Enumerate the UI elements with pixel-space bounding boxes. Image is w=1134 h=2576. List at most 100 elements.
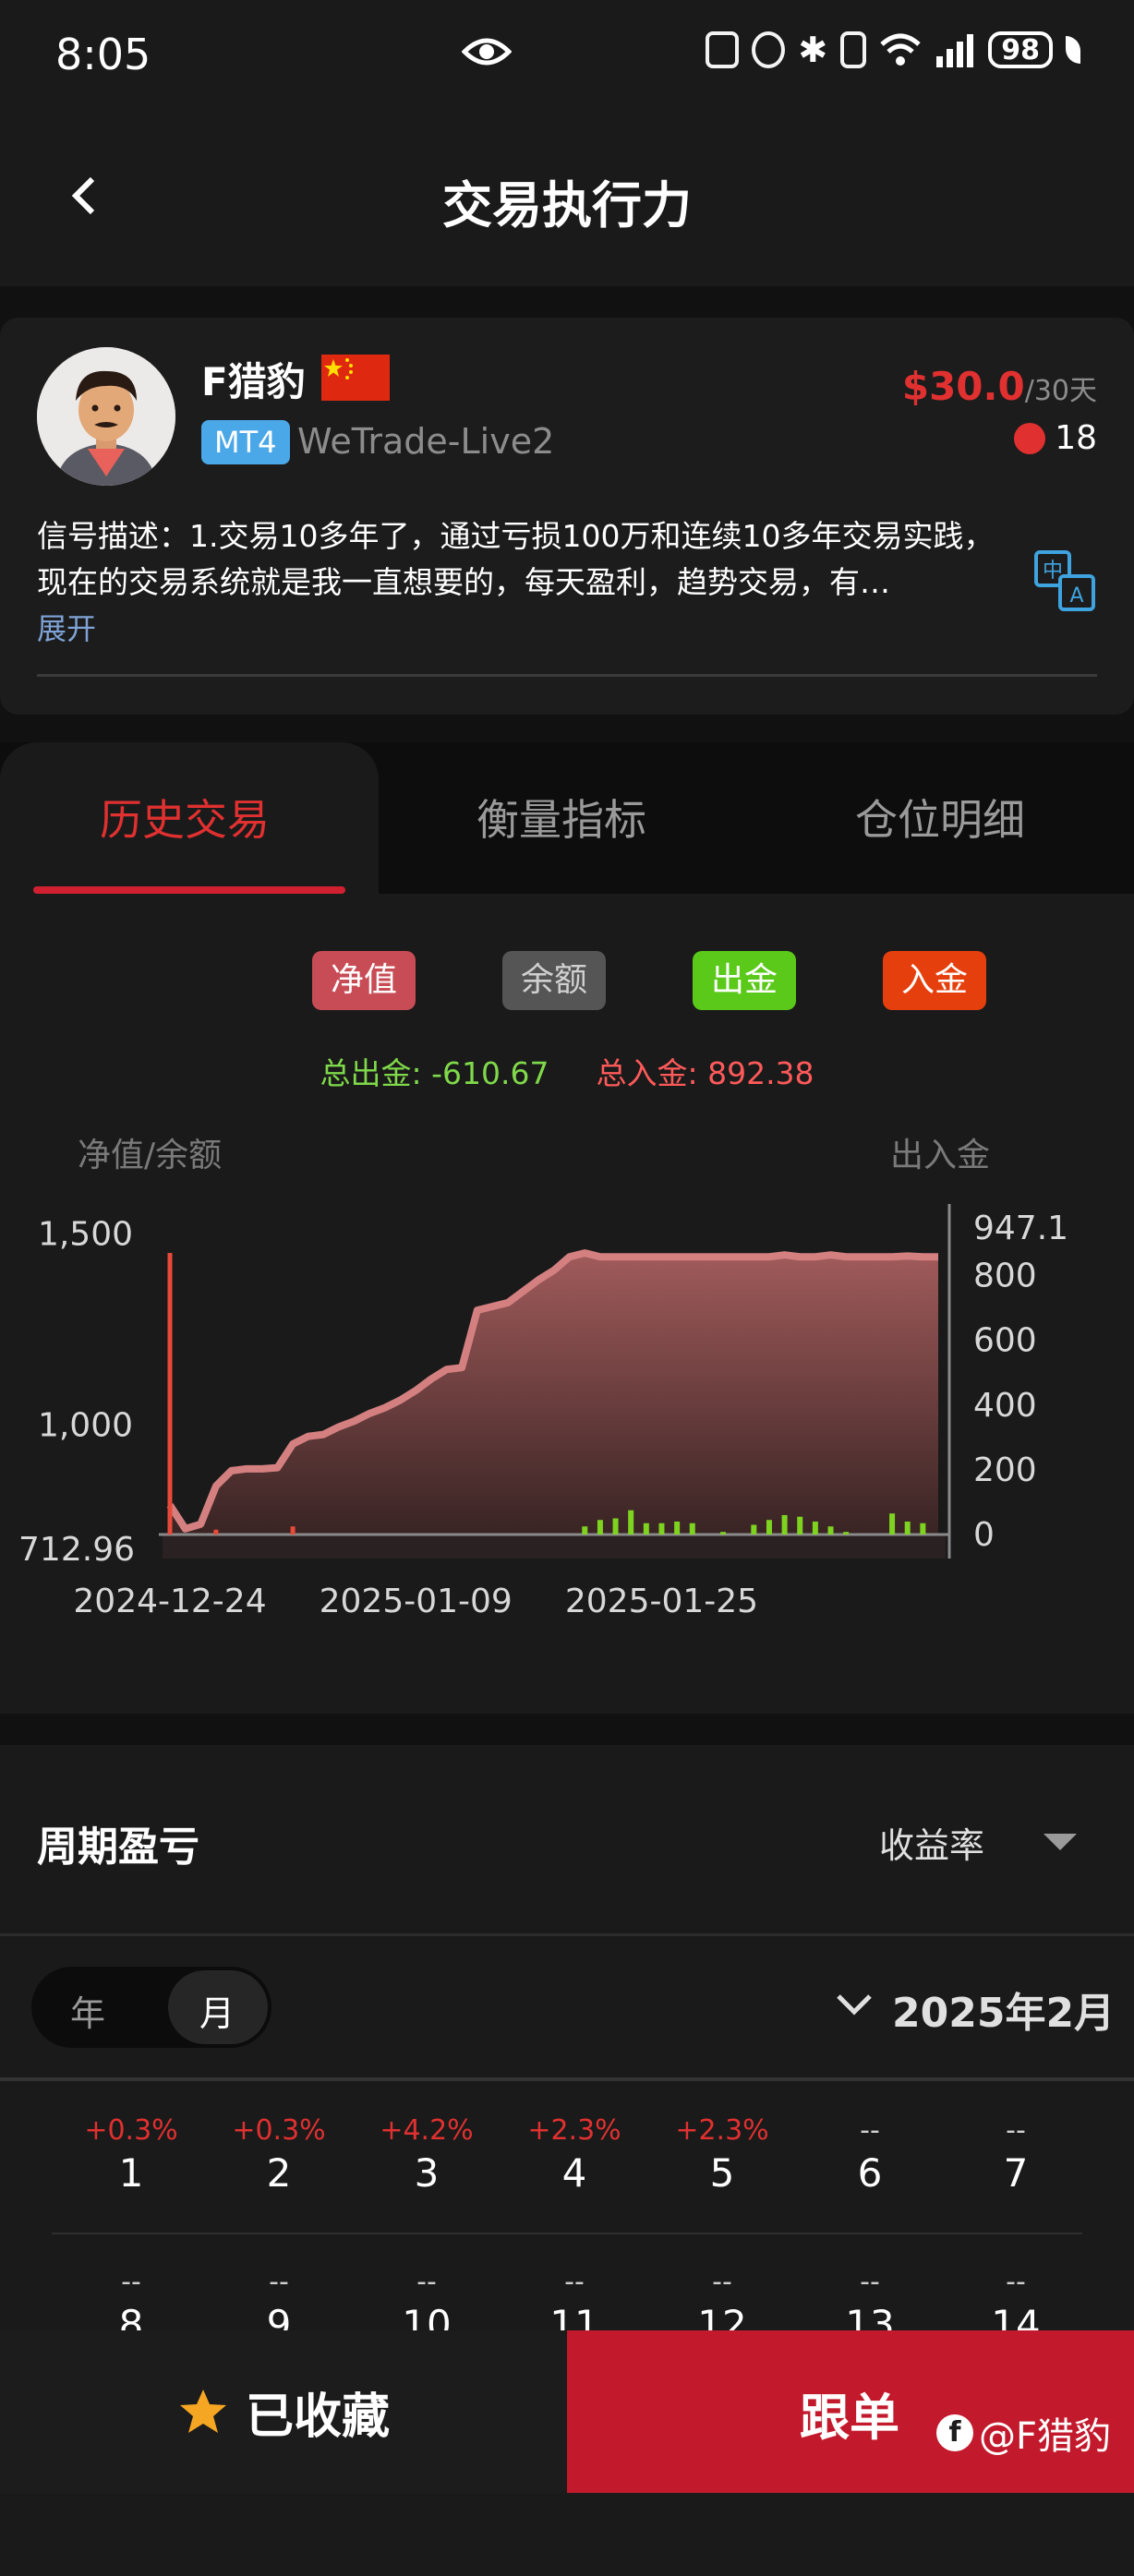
- withdraw-bar: [643, 1523, 649, 1535]
- avatar[interactable]: [37, 347, 175, 486]
- divider: [0, 2077, 1134, 2081]
- day-pnl: +4.2%: [380, 2114, 474, 2147]
- day-number: 7: [1003, 2150, 1029, 2196]
- pnl-metric-select[interactable]: 收益率: [879, 1817, 984, 1868]
- legend-balance[interactable]: 余额: [502, 951, 607, 1010]
- price-value: $30.0: [901, 364, 1025, 409]
- calendar-day[interactable]: +4.2% 3: [371, 2114, 482, 2196]
- total-withdraw-label: 总出金:: [320, 1055, 422, 1091]
- calendar-day[interactable]: +2.3% 5: [667, 2114, 778, 2196]
- withdraw-bar: [904, 1521, 911, 1535]
- wifi-icon: [880, 33, 921, 66]
- right-axis-title: 出入金: [890, 1137, 991, 1174]
- withdraw-bar: [920, 1523, 926, 1535]
- tab-metrics[interactable]: 衡量指标: [477, 787, 646, 848]
- withdraw-bar: [812, 1521, 818, 1535]
- avatar-illustration: [37, 347, 175, 486]
- description-text: 信号描述：1.交易10多年了，通过亏损100万和连续10多年交易实践，现在的交易…: [37, 518, 995, 600]
- left-axis-tick: 1,000: [38, 1406, 133, 1444]
- watermark: f @F猎豹: [936, 2406, 1111, 2460]
- calendar-day[interactable]: +2.3% 4: [519, 2114, 630, 2196]
- favorite-label: 已收藏: [245, 2389, 390, 2445]
- battery-indicator: 98: [988, 31, 1053, 68]
- bluetooth-icon: ✱: [798, 30, 828, 70]
- legend-equity[interactable]: 净值: [312, 951, 416, 1010]
- right-axis-tick: 200: [973, 1451, 1037, 1489]
- withdraw-bar: [781, 1514, 788, 1535]
- x-axis-tick: 2024-12-24: [73, 1583, 266, 1620]
- month-selector[interactable]: 2025年2月: [892, 1980, 1115, 2039]
- tab-indicator: [33, 886, 345, 894]
- platform-badge: MT4: [201, 420, 290, 464]
- pnl-title: 周期盈亏: [37, 1824, 199, 1871]
- expand-link[interactable]: 展开: [37, 606, 997, 652]
- vibrate-icon: [840, 31, 867, 68]
- subscription-price: $30.0/30天: [902, 364, 1097, 409]
- legend-withdraw[interactable]: 出金: [693, 951, 797, 1010]
- withdraw-bar: [658, 1523, 665, 1535]
- right-axis-tick: 947.1: [973, 1210, 1068, 1247]
- withdraw-bar: [766, 1520, 772, 1535]
- calendar-row-divider: [52, 2233, 1082, 2234]
- withdraw-bar: [689, 1523, 695, 1535]
- right-axis-tick: 600: [973, 1322, 1037, 1360]
- day-pnl: --: [1006, 2266, 1026, 2298]
- chart-base-strip: [163, 1535, 946, 1559]
- day-pnl: +2.3%: [527, 2114, 621, 2147]
- calendar-day[interactable]: +0.3% 2: [223, 2114, 334, 2196]
- deposit-bar: [290, 1526, 296, 1535]
- day-pnl: --: [860, 2266, 880, 2298]
- day-pnl: +2.3%: [675, 2114, 769, 2147]
- day-number: 4: [561, 2150, 587, 2196]
- price-period: /30天: [1024, 375, 1097, 407]
- server-name: WeTrade-Live2: [297, 421, 555, 462]
- status-icons: ✱ 98: [706, 30, 1080, 70]
- alarm-icon: [752, 31, 786, 68]
- translate-icon[interactable]: 中A: [1032, 548, 1097, 613]
- dropdown-arrow-icon[interactable]: [1044, 1834, 1077, 1850]
- favorite-button[interactable]: 已收藏: [0, 2330, 567, 2493]
- day-pnl: --: [712, 2266, 732, 2298]
- day-pnl: --: [564, 2266, 585, 2298]
- x-axis-tick: 2025-01-09: [320, 1583, 513, 1620]
- withdraw-bar: [827, 1526, 834, 1535]
- day-number: 3: [414, 2150, 440, 2196]
- day-pnl: --: [1006, 2114, 1026, 2147]
- day-pnl: --: [416, 2266, 437, 2298]
- tab-positions[interactable]: 仓位明细: [855, 787, 1025, 848]
- provider-name: F猎豹: [201, 359, 306, 404]
- equity-chart: 1,500 1,000 712.96 947.1 800 600 400 200 0 2024-1…: [18, 1204, 1068, 1620]
- withdraw-bar: [797, 1516, 803, 1535]
- signal-description: 信号描述：1.交易10多年了，通过亏损100万和连续10多年交易实践，现在的交易…: [37, 513, 997, 652]
- left-axis-tick: 712.96: [18, 1531, 135, 1569]
- day-number: 2: [266, 2150, 292, 2196]
- withdraw-bar: [843, 1532, 850, 1535]
- withdraw-bar: [597, 1520, 603, 1535]
- period-month-option[interactable]: 月: [199, 1985, 235, 2036]
- equity-area: [170, 1253, 938, 1535]
- day-pnl: --: [860, 2114, 880, 2147]
- fire-icon: [1014, 422, 1046, 454]
- total-deposit-label: 总入金:: [596, 1055, 698, 1091]
- divider: [0, 1933, 1134, 1936]
- withdraw-bar: [751, 1524, 757, 1535]
- calendar-day[interactable]: -- 6: [814, 2114, 925, 2196]
- leaf-icon: [1066, 36, 1080, 64]
- chevron-down-icon[interactable]: [835, 1991, 874, 2022]
- left-axis-title: 净值/余额: [78, 1137, 223, 1174]
- calendar-day[interactable]: -- 7: [960, 2114, 1071, 2196]
- deposit-bar: [167, 1253, 173, 1535]
- day-number: 6: [857, 2150, 883, 2196]
- calendar-day[interactable]: +0.3% 1: [76, 2114, 187, 2196]
- social-logo-icon: f: [936, 2414, 973, 2451]
- period-year-option[interactable]: 年: [70, 1985, 105, 2036]
- status-time: 8:05: [55, 30, 151, 79]
- follow-label: 跟单: [800, 2389, 899, 2447]
- day-pnl: --: [269, 2266, 289, 2298]
- nfc-icon: [706, 31, 740, 68]
- legend-deposit[interactable]: 入金: [883, 951, 987, 1010]
- tab-history[interactable]: 历史交易: [100, 787, 270, 848]
- signal-icon: [936, 34, 974, 67]
- withdraw-bar: [720, 1532, 727, 1535]
- divider: [37, 674, 1097, 677]
